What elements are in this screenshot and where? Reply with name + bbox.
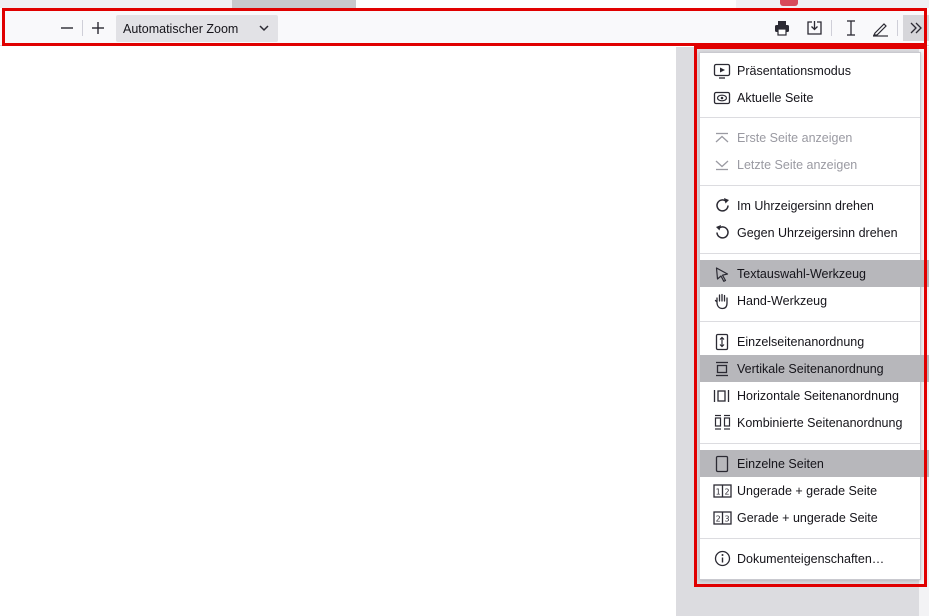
menu-item-label: Erste Seite anzeigen <box>737 130 853 145</box>
menu-item-hand-tool[interactable]: Hand-Werkzeug <box>700 287 929 314</box>
menu-separator <box>700 538 920 539</box>
secondary-toolbar-toggle[interactable] <box>903 15 929 41</box>
horizontal-scroll-icon <box>712 387 732 405</box>
text-tool-button[interactable] <box>838 15 864 41</box>
menu-item-page-scrolling[interactable]: Einzelseitenanordnung <box>700 328 929 355</box>
secondary-toolbar-menu: Präsentationsmodus Aktuelle Seite Erste … <box>699 52 929 580</box>
draw-tool-button[interactable] <box>867 15 893 41</box>
cursor-arrow-icon <box>712 265 732 283</box>
toolbar-separator <box>831 20 832 36</box>
first-page-icon <box>712 129 732 147</box>
svg-text:1: 1 <box>715 487 720 496</box>
vertical-scroll-icon <box>712 360 732 378</box>
menu-item-presentation-mode[interactable]: Präsentationsmodus <box>700 57 929 84</box>
address-bar[interactable] <box>356 0 736 8</box>
hand-icon <box>712 292 732 310</box>
menu-item-document-properties[interactable]: Dokumenteigenschaften… <box>700 545 929 572</box>
save-button[interactable] <box>801 15 827 41</box>
menu-item-label: Textauswahl-Werkzeug <box>737 266 866 281</box>
single-page-icon <box>712 455 732 473</box>
menu-item-horizontal-scrolling[interactable]: Horizontale Seitenanordnung <box>700 382 929 409</box>
zoom-out-button[interactable] <box>54 15 80 41</box>
menu-item-label: Letzte Seite anzeigen <box>737 157 858 172</box>
menu-separator <box>700 117 920 118</box>
menu-item-label: Vertikale Seitenanordnung <box>737 361 884 376</box>
minus-icon <box>61 27 73 29</box>
menu-item-odd-spreads[interactable]: 12 Ungerade + gerade Seite <box>700 477 929 504</box>
menu-item-label: Präsentationsmodus <box>737 63 851 78</box>
even-spread-icon: 23 <box>712 509 732 527</box>
menu-item-even-spreads[interactable]: 23 Gerade + ungerade Seite <box>700 504 929 531</box>
menu-item-label: Dokumenteigenschaften… <box>737 551 885 566</box>
menu-item-label: Einzelseitenanordnung <box>737 334 865 349</box>
menu-item-label: Ungerade + gerade Seite <box>737 483 878 498</box>
zoom-select[interactable]: Automatischer Zoom <box>116 15 278 42</box>
printer-icon <box>775 21 789 36</box>
menu-item-label: Gerade + ungerade Seite <box>737 510 878 525</box>
menu-separator <box>700 185 920 186</box>
extension-icon[interactable] <box>780 0 798 6</box>
menu-item-no-spreads[interactable]: Einzelne Seiten <box>700 450 929 477</box>
menu-item-label: Horizontale Seitenanordnung <box>737 388 899 403</box>
pen-icon <box>872 22 888 37</box>
rotate-cw-icon <box>712 197 732 215</box>
rotate-ccw-icon <box>712 224 732 242</box>
page-scroll-icon <box>712 333 732 351</box>
menu-item-vertical-scrolling[interactable]: Vertikale Seitenanordnung <box>700 355 929 382</box>
pdf-toolbar: Automatischer Zoom <box>0 10 929 46</box>
zoom-value: Automatischer Zoom <box>123 21 239 36</box>
svg-text:2: 2 <box>715 514 720 523</box>
info-icon <box>712 550 732 568</box>
menu-separator <box>700 253 920 254</box>
svg-text:2: 2 <box>724 487 729 496</box>
document-viewer[interactable] <box>0 47 676 616</box>
menu-separator <box>700 443 920 444</box>
menu-separator <box>700 321 920 322</box>
menu-item-label: Aktuelle Seite <box>737 90 814 105</box>
plus-icon <box>92 22 104 34</box>
menu-item-last-page[interactable]: Letzte Seite anzeigen <box>700 151 929 178</box>
menu-item-label: Im Uhrzeigersinn drehen <box>737 198 874 213</box>
chevron-down-icon <box>259 25 269 32</box>
menu-item-rotate-counterclockwise[interactable]: Gegen Uhrzeigersinn drehen <box>700 219 929 246</box>
menu-item-label: Kombinierte Seitenanordnung <box>737 415 903 430</box>
menu-item-text-selection-tool[interactable]: Textauswahl-Werkzeug <box>700 260 929 287</box>
last-page-icon <box>712 156 732 174</box>
menu-item-rotate-clockwise[interactable]: Im Uhrzeigersinn drehen <box>700 192 929 219</box>
download-icon <box>806 21 822 35</box>
browser-tab[interactable] <box>232 0 356 8</box>
menu-item-label: Hand-Werkzeug <box>737 293 828 308</box>
menu-item-wrapped-scrolling[interactable]: Kombinierte Seitenanordnung <box>700 409 929 436</box>
pdf-viewer-window: Automatischer Zoom Präsentationsmodus Ak… <box>0 0 929 616</box>
wrapped-scroll-icon <box>712 414 732 432</box>
toolbar-separator <box>897 20 898 36</box>
presentation-icon <box>712 62 732 80</box>
double-chevron-right-icon <box>910 22 922 34</box>
odd-spread-icon: 12 <box>712 482 732 500</box>
print-button[interactable] <box>769 15 795 41</box>
menu-item-label: Gegen Uhrzeigersinn drehen <box>737 225 898 240</box>
menu-item-first-page[interactable]: Erste Seite anzeigen <box>700 124 929 151</box>
svg-text:3: 3 <box>724 514 729 523</box>
menu-item-label: Einzelne Seiten <box>737 456 824 471</box>
menu-item-current-page[interactable]: Aktuelle Seite <box>700 84 929 111</box>
text-cursor-icon <box>847 20 855 36</box>
browser-tab-strip <box>0 0 929 8</box>
toolbar-separator <box>82 20 83 36</box>
eye-icon <box>712 89 732 107</box>
zoom-in-button[interactable] <box>85 15 111 41</box>
